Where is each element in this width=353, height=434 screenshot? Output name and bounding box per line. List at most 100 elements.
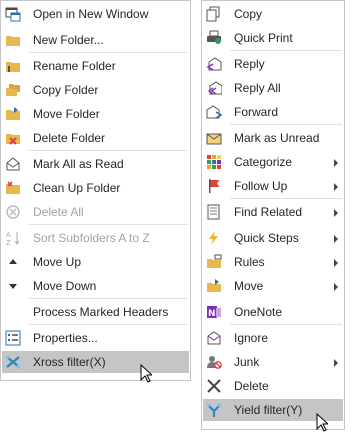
lightning-icon [206,230,222,246]
menu-item-copy-folder[interactable]: Copy Folder [2,79,189,101]
menu-separator [29,224,188,225]
menu-item-junk[interactable]: Junk [203,351,343,373]
menu-item-move-down[interactable]: Move Down [2,275,189,297]
menu-item-xross-filter[interactable]: Xross filter(X) [2,351,189,373]
menu-separator [29,52,188,53]
copy-folder-icon [5,82,21,98]
menu-item-label: Clean Up Folder [33,181,121,195]
message-context-menu: Copy Quick Print Reply Reply All Forward… [201,0,345,430]
junk-icon [206,354,222,370]
submenu-arrow-icon [334,283,338,291]
menu-item-label: Categorize [234,155,293,169]
menu-item-label: Quick Steps [234,231,299,245]
menu-item-move-folder[interactable]: Move Folder [2,103,189,125]
menu-item-onenote[interactable]: N OneNote [203,301,343,323]
printer-icon [206,30,222,46]
forward-icon [206,104,222,120]
svg-text:Z: Z [6,239,11,246]
menu-item-label: Sort Subfolders A to Z [33,231,150,245]
menu-item-rename-folder[interactable]: Rename Folder [2,55,189,77]
menu-item-label: Xross filter(X) [33,355,106,369]
menu-item-mark-all-as-read[interactable]: Mark All as Read [2,153,189,175]
menu-item-new-folder[interactable]: New Folder... [2,29,189,51]
triangle-down-icon [5,278,21,294]
menu-item-rules[interactable]: Rules [203,251,343,273]
mouse-pointer-icon [316,413,328,432]
menu-item-quick-print[interactable]: Quick Print [203,27,343,49]
menu-separator [29,324,188,325]
submenu-arrow-icon [334,259,338,267]
menu-item-delete-all: Delete All [2,201,189,223]
find-related-icon [206,204,222,220]
submenu-arrow-icon [334,359,338,367]
menu-item-move-up[interactable]: Move Up [2,251,189,273]
menu-item-clean-up-folder[interactable]: Clean Up Folder [2,177,189,199]
menu-item-label: Delete Folder [33,131,106,145]
triangle-up-icon [5,254,21,270]
reply-all-icon [206,80,222,96]
menu-separator [29,298,188,299]
mark-unread-icon [206,130,222,146]
menu-item-label: Forward [234,105,279,119]
menu-item-open-in-new-window[interactable]: Open in New Window [2,3,189,25]
menu-item-label: Process Marked Headers [33,305,169,319]
submenu-arrow-icon [334,209,338,217]
flag-icon [206,178,222,194]
menu-item-move[interactable]: Move [203,275,343,297]
menu-item-label: Mark All as Read [33,157,124,171]
svg-text:A: A [6,231,11,239]
menu-item-label: Ignore [234,331,269,345]
menu-item-delete-folder[interactable]: Delete Folder [2,127,189,149]
menu-item-sort-subfolders: AZ Sort Subfolders A to Z [2,227,189,249]
onenote-icon: N [206,304,222,320]
reply-icon [206,56,222,72]
yield-filter-icon [206,402,222,418]
move-icon [206,278,222,294]
menu-separator [230,324,342,325]
menu-item-label: Find Related [234,205,303,219]
menu-item-quick-steps[interactable]: Quick Steps [203,227,343,249]
submenu-arrow-icon [334,183,338,191]
menu-item-follow-up[interactable]: Follow Up [203,175,343,197]
menu-item-reply-all[interactable]: Reply All [203,77,343,99]
menu-item-label: Junk [234,355,260,369]
menu-item-categorize[interactable]: Categorize [203,151,343,173]
menu-item-label: Open in New Window [33,7,149,21]
rules-icon [206,254,222,270]
menu-item-label: Reply [234,57,265,71]
menu-item-label: Copy [234,7,263,21]
menu-item-label: Copy Folder [33,83,99,97]
menu-item-label: Delete [234,379,269,393]
menu-separator [230,198,342,199]
new-folder-icon [5,32,21,48]
menu-item-label: Reply All [234,81,281,95]
delete-all-icon [5,204,21,220]
menu-item-ignore[interactable]: Ignore [203,327,343,349]
menu-item-mark-as-unread[interactable]: Mark as Unread [203,127,343,149]
delete-x-icon [206,378,222,394]
submenu-arrow-icon [334,235,338,243]
menu-item-reply[interactable]: Reply [203,53,343,75]
menu-item-forward[interactable]: Forward [203,101,343,123]
menu-item-label: Follow Up [234,179,288,193]
rename-folder-icon [5,58,21,74]
move-folder-icon [5,106,21,122]
menu-item-process-marked-headers[interactable]: Process Marked Headers [2,301,189,323]
menu-item-label: Move [234,279,264,293]
menu-separator [230,124,342,125]
menu-item-label: Properties... [33,331,98,345]
mark-read-envelope-icon [5,156,21,172]
svg-text:N: N [208,309,216,319]
mouse-pointer-icon [140,364,152,383]
menu-item-find-related[interactable]: Find Related [203,201,343,223]
menu-item-delete[interactable]: Delete [203,375,343,397]
menu-item-copy[interactable]: Copy [203,3,343,25]
delete-folder-icon [5,130,21,146]
submenu-arrow-icon [334,159,338,167]
clean-up-folder-icon [5,180,21,196]
menu-separator [29,150,188,151]
menu-item-label: Quick Print [234,31,293,45]
menu-item-label: Move Down [33,279,97,293]
menu-separator [230,50,342,51]
menu-item-properties[interactable]: Properties... [2,327,189,349]
